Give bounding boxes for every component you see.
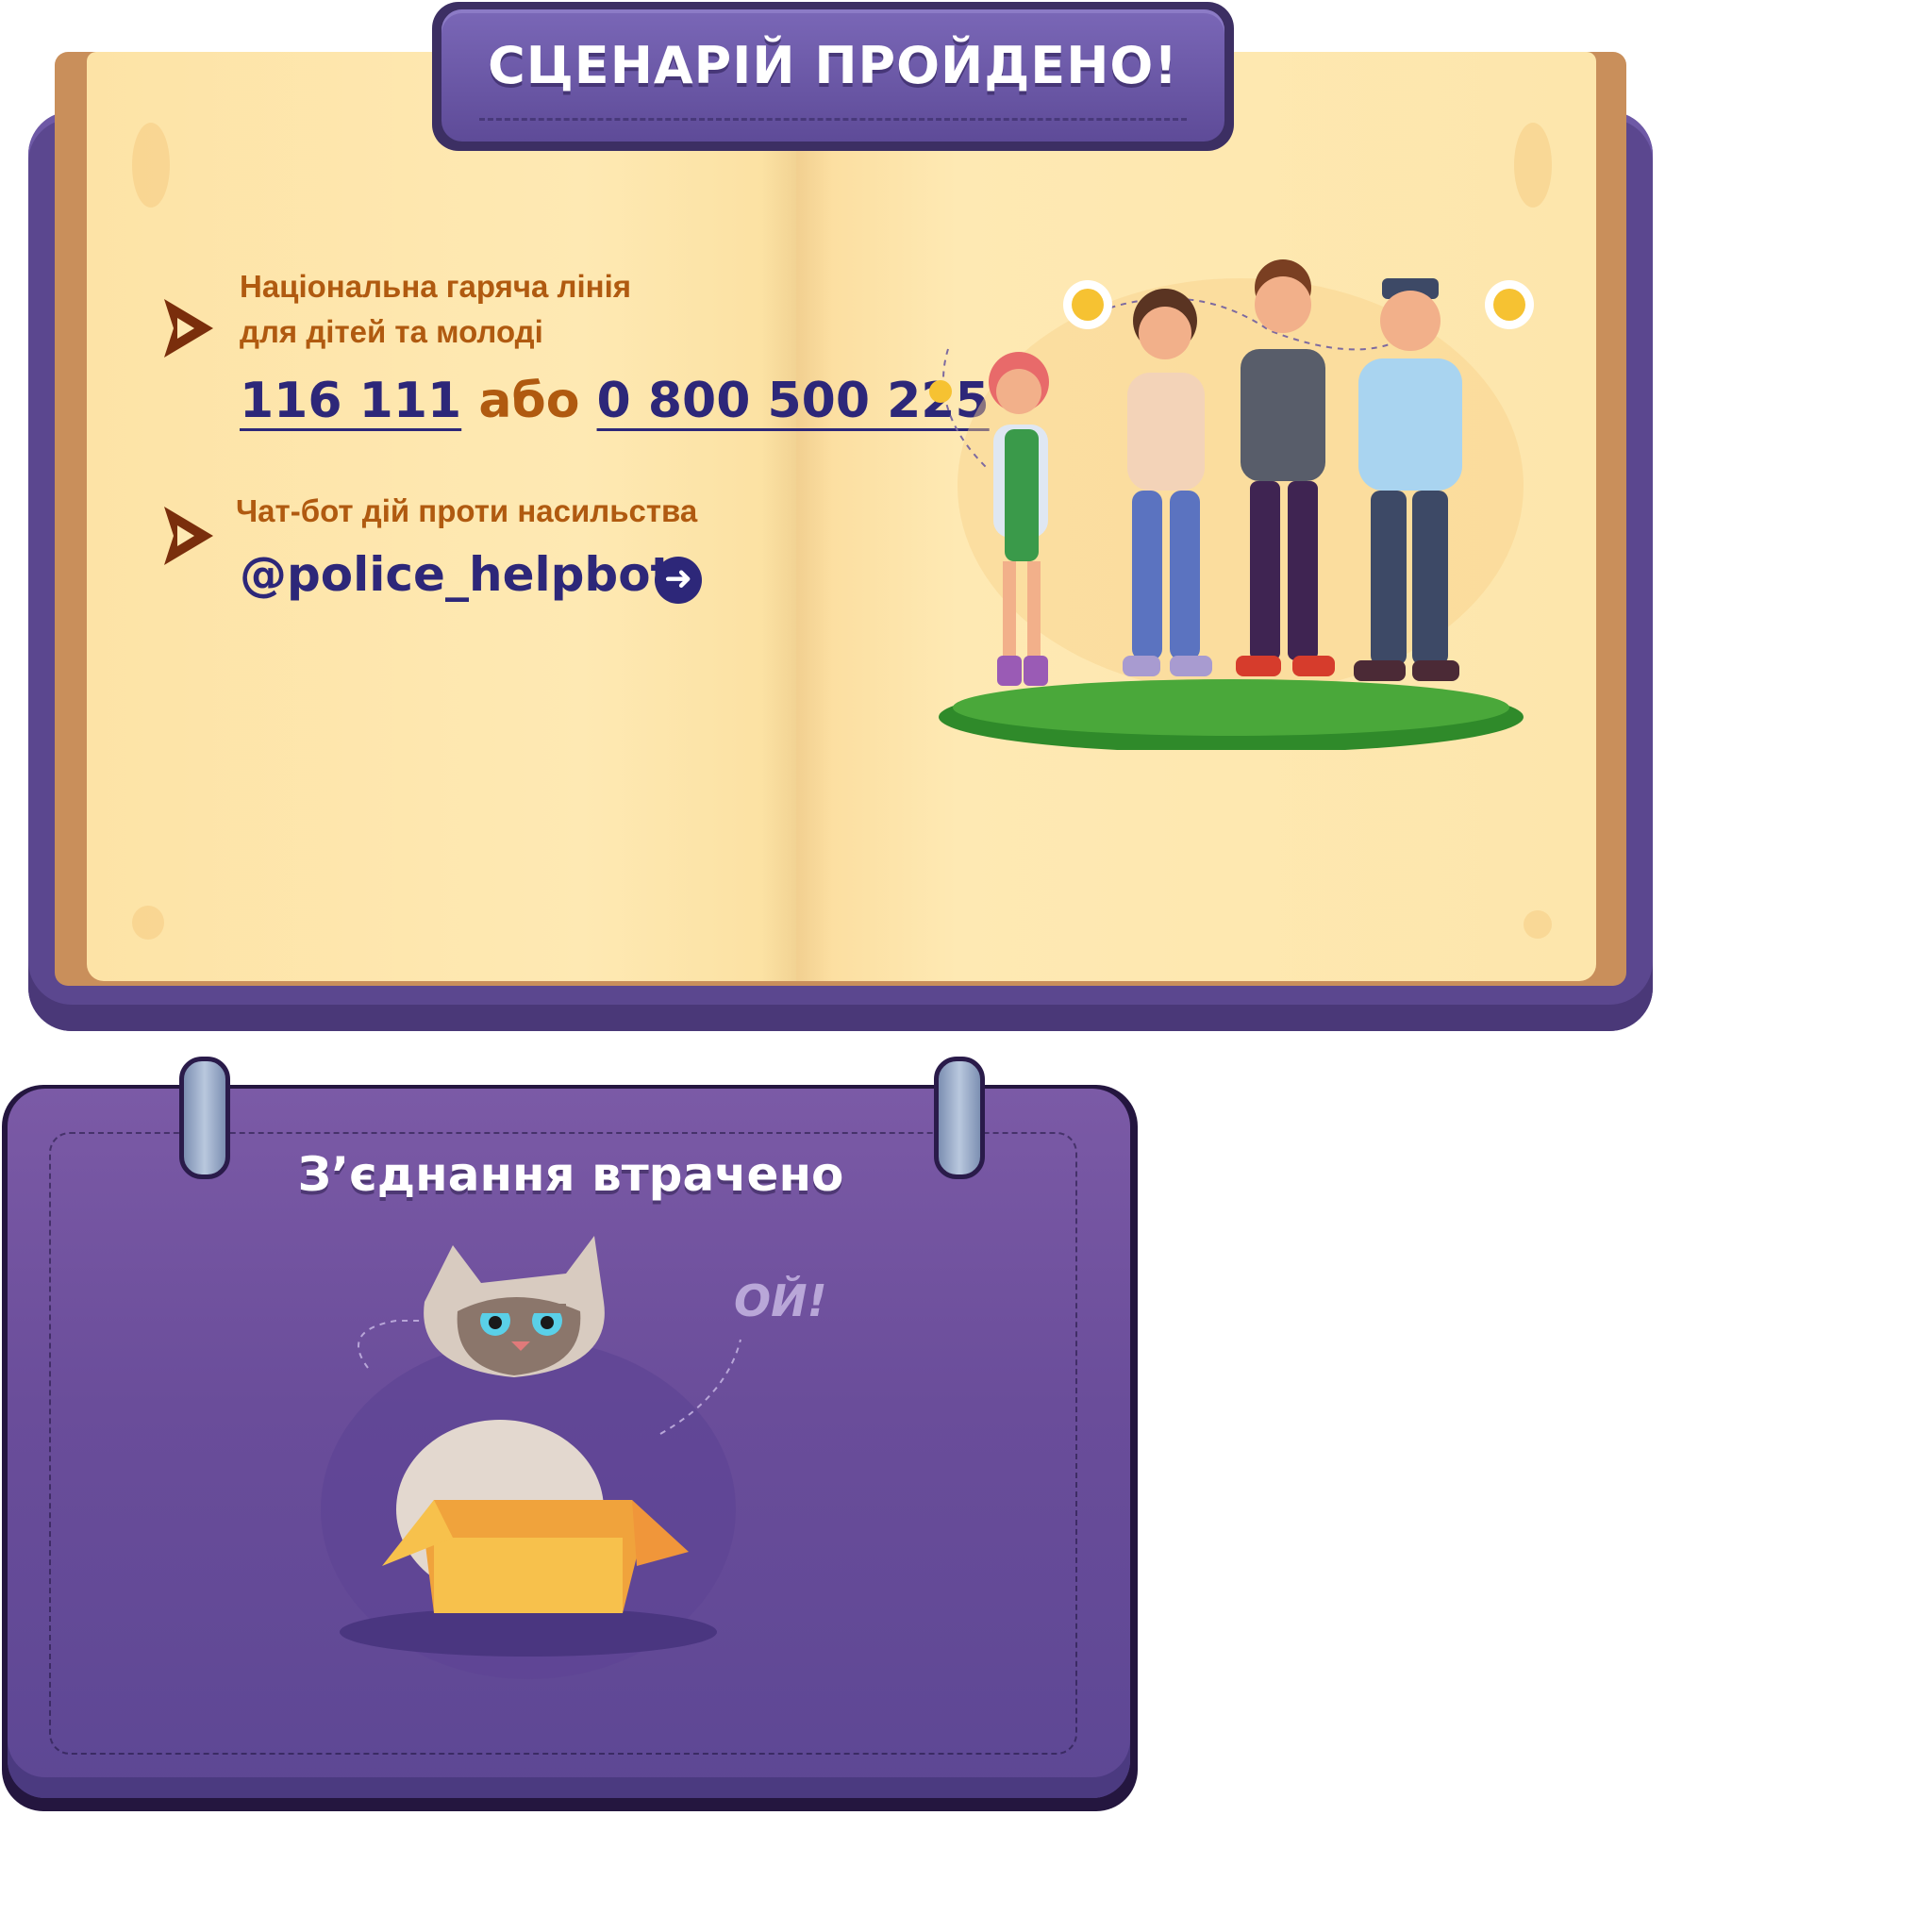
hotline-phones: 116 111 або 0 800 500 225 [240,373,990,429]
scenario-complete-title: СЦЕНАРІЙ ПРОЙДЕНО! [488,36,1178,95]
page-stain [1524,910,1552,939]
hotline-label-line1: Національна гаряча лінія [240,269,632,304]
banner-stitching [479,118,1187,121]
oops-exclamation: ОЙ! [734,1275,827,1326]
page-stain [132,123,170,208]
connection-lost-title: З’єднання втрачено [297,1147,844,1202]
play-arrow-icon [164,299,213,358]
scenario-complete-book: СЦЕНАРІЙ ПРОЙДЕНО! Національна гаряча лі… [0,0,1660,1038]
chatbot-handle-link[interactable]: @police_helpbot [240,547,673,602]
hotline-phone-116111[interactable]: 116 111 [240,373,461,429]
title-banner: СЦЕНАРІЙ ПРОЙДЕНО! [432,2,1234,153]
chatbot-label: Чат-бот дій проти насильства [236,493,698,528]
hotline-label-line2: для дітей та молоді [240,314,543,349]
page-stain [132,906,164,940]
book-spine [762,52,832,981]
arrow-right-circle-icon[interactable]: ➜ [655,557,702,604]
family-illustration [929,259,1534,750]
play-arrow-icon [164,507,213,565]
phone-separator: або [478,373,580,429]
page-stain [1514,123,1552,208]
connection-lost-dialog: З’єднання втрачено ОЙ! [0,1057,1141,1821]
